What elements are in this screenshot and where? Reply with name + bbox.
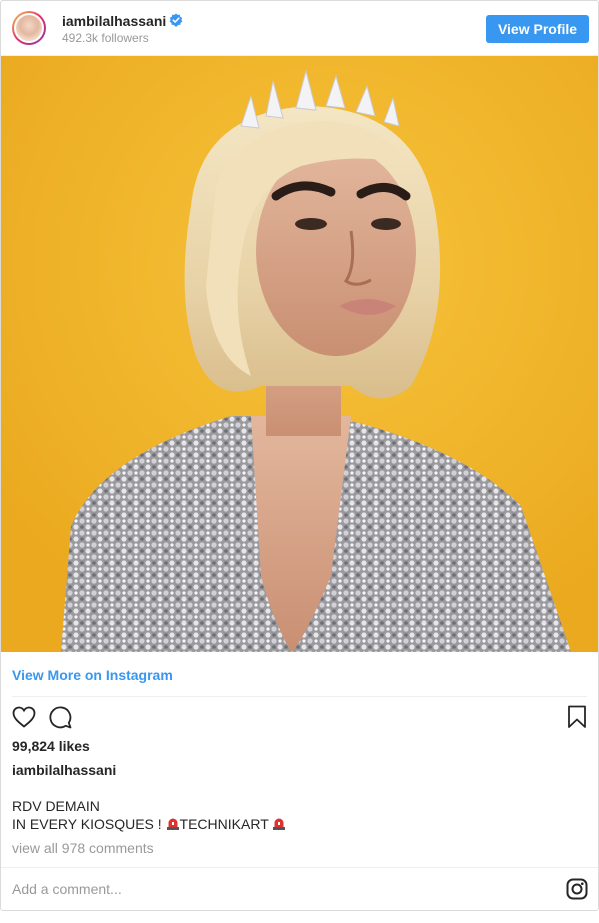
siren-icon [166,818,179,830]
avatar[interactable] [12,11,46,45]
avatar-image [16,15,42,41]
divider [1,867,598,868]
heart-icon[interactable] [12,706,36,728]
likes-count[interactable]: 99,824 likes [12,738,90,755]
post-photo[interactable] [1,56,598,652]
verified-badge-icon [169,13,183,27]
comment-icon[interactable] [49,706,73,730]
view-all-comments-link[interactable]: view all 978 comments [12,840,154,857]
post-photo-artwork [1,56,598,652]
instagram-embed-card: iambilalhassani 492.3k followers View Pr… [0,0,599,911]
caption-line-2-text: TECHNIKART [179,816,269,832]
follower-count: 492.3k followers [62,31,149,45]
avatar-ring [14,13,44,43]
post-header: iambilalhassani 492.3k followers View Pr… [1,1,598,56]
siren-icon [273,818,286,830]
divider [12,696,587,697]
view-more-on-instagram-link[interactable]: View More on Instagram [12,667,173,684]
profile-username[interactable]: iambilalhassani [62,13,166,30]
bookmark-icon[interactable] [567,705,587,729]
caption-username[interactable]: iambilalhassani [12,762,116,779]
caption-line-2: IN EVERY KIOSQUES ! TECHNIKART [12,815,286,833]
caption-line-1: RDV DEMAIN [12,798,100,814]
view-profile-button[interactable]: View Profile [486,15,589,43]
caption-line-2-prefix: IN EVERY KIOSQUES ! [12,816,166,832]
instagram-logo-icon[interactable] [566,878,588,900]
add-comment-input[interactable]: Add a comment... [12,881,122,898]
